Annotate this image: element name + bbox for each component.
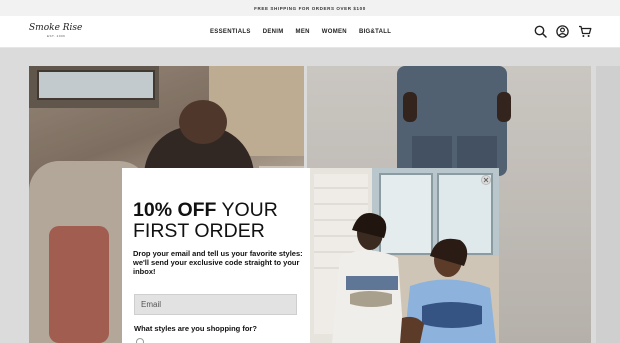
headline-bold: 10% OFF [133, 199, 217, 221]
popup-photo-art [310, 168, 499, 343]
close-popup-button[interactable] [481, 175, 491, 185]
nav-item-essentials[interactable]: ESSENTIALS [210, 29, 251, 35]
email-input[interactable] [134, 294, 297, 315]
nav-item-men[interactable]: MEN [296, 29, 310, 35]
close-icon [483, 177, 489, 183]
logo[interactable]: Smoke Rise EST. 2006 [29, 23, 83, 41]
logo-subtext: EST. 2006 [47, 34, 66, 38]
styles-question: What styles are you shopping for? [134, 324, 257, 333]
cart-icon[interactable] [578, 25, 592, 38]
logo-text: Smoke Rise [29, 23, 83, 33]
promo-text: FREE SHIPPING FOR ORDERS OVER $100 [254, 5, 366, 11]
style-option-radio[interactable] [136, 338, 144, 343]
site-header: Smoke Rise EST. 2006 ESSENTIALS DENIM ME… [0, 16, 620, 48]
header-icons [525, 25, 592, 38]
main-nav: ESSENTIALS DENIM MEN WOMEN BIG&TALL [210, 16, 403, 48]
popup-form: 10% OFF YOUR FIRST ORDER Drop your email… [122, 168, 310, 343]
popup-headline: 10% OFF YOUR FIRST ORDER [133, 200, 308, 242]
popup-photo [310, 168, 499, 343]
nav-item-big-and-tall[interactable]: BIG&TALL [359, 29, 391, 35]
search-icon[interactable] [534, 25, 547, 38]
popup-body: Drop your email and tell us your favorit… [133, 249, 303, 276]
promo-bar: FREE SHIPPING FOR ORDERS OVER $100 [0, 0, 620, 16]
signup-popup: 10% OFF YOUR FIRST ORDER Drop your email… [122, 168, 499, 343]
nav-item-denim[interactable]: DENIM [263, 29, 284, 35]
nav-item-women[interactable]: WOMEN [322, 29, 347, 35]
account-icon[interactable] [556, 25, 569, 38]
